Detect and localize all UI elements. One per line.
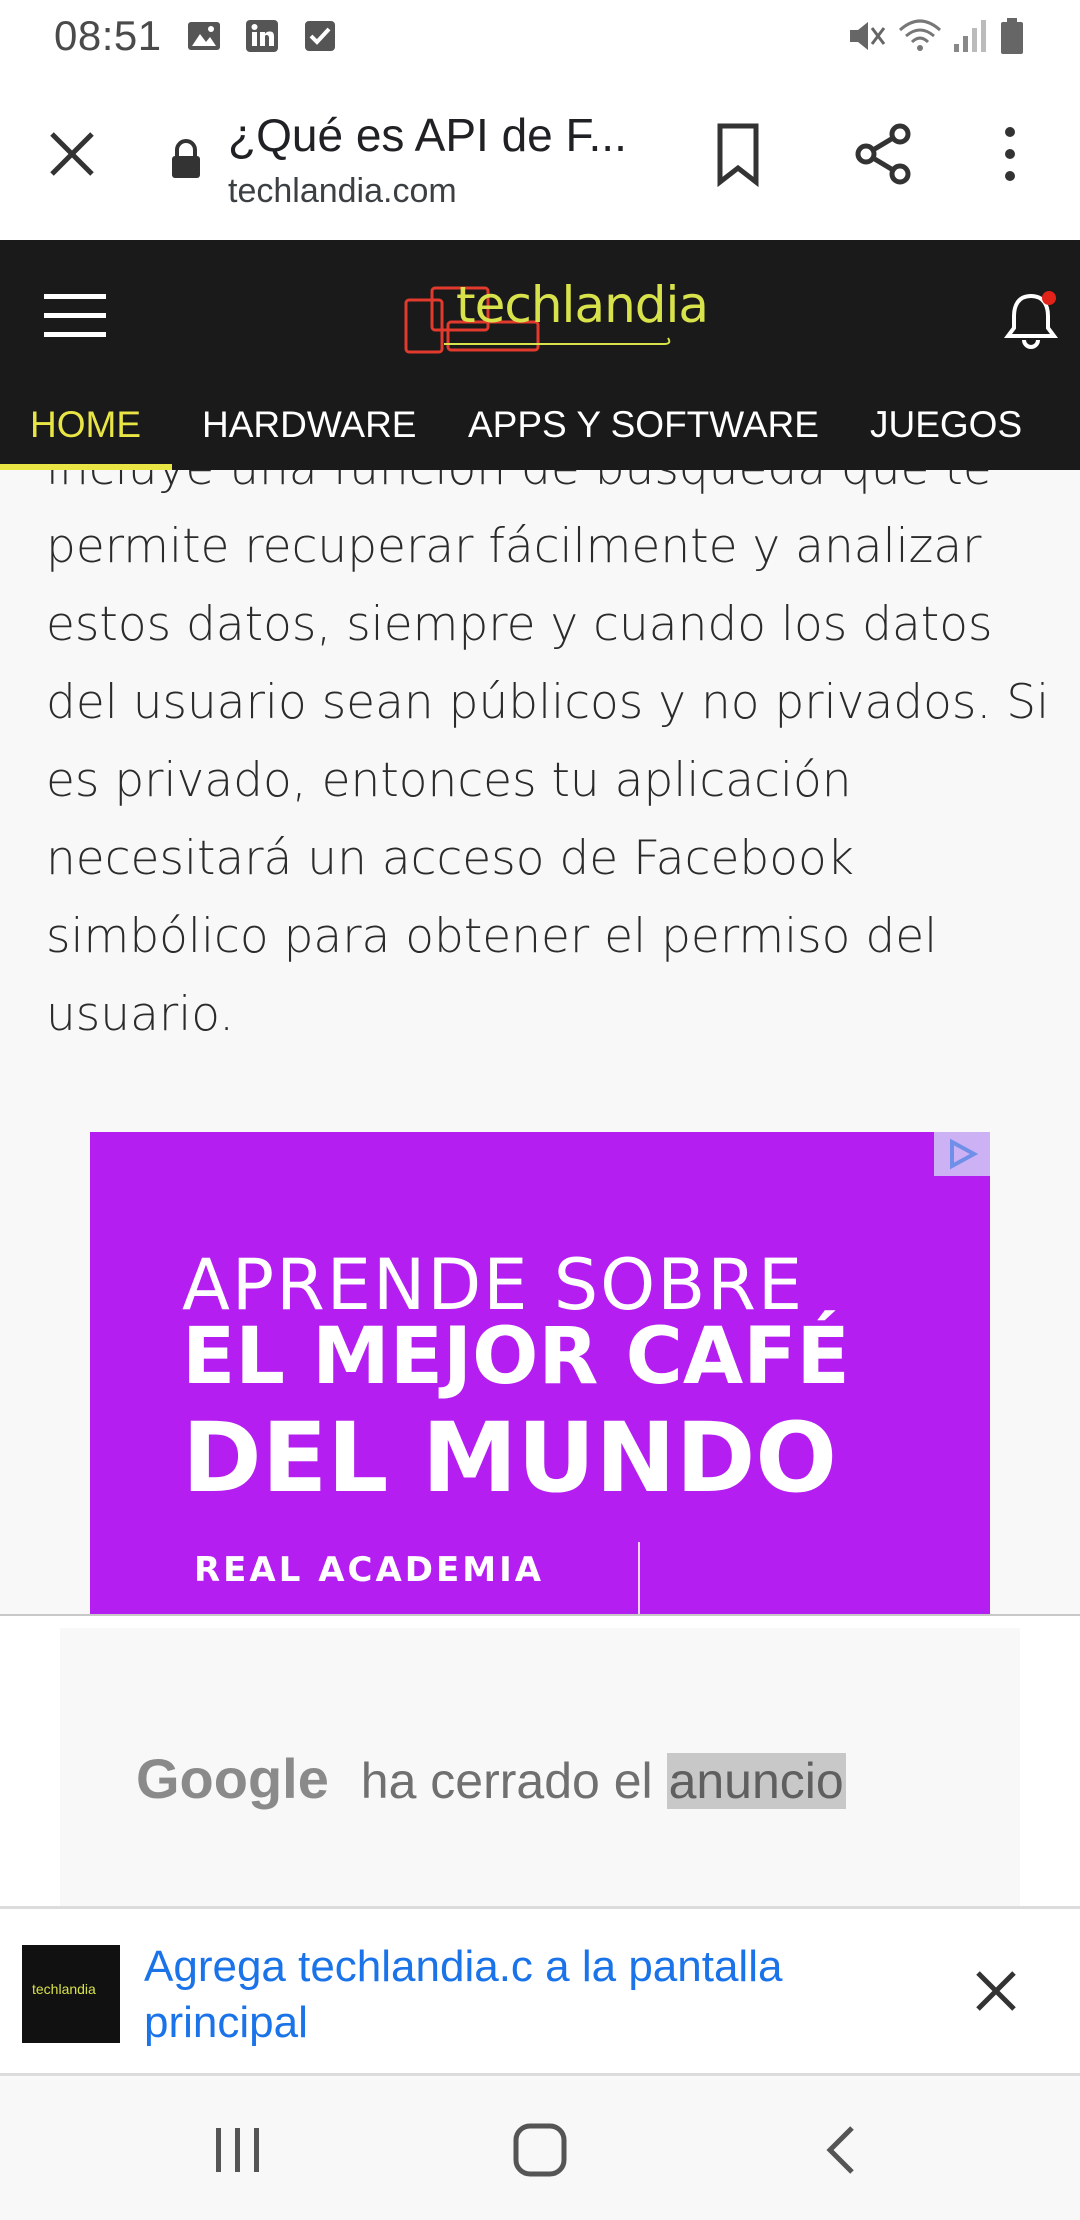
browser-toolbar: ¿Qué es API de F... techlandia.com	[0, 72, 1080, 240]
article-content: incluye una función de búsqueda que te p…	[0, 470, 1080, 1616]
page-title[interactable]: ¿Qué es API de F...	[228, 108, 628, 162]
site-favicon: techlandia	[22, 1945, 120, 2043]
add-to-home-link[interactable]: Agrega techlandia.c a la pantalla princi…	[144, 1939, 904, 2051]
home-icon[interactable]	[510, 2120, 570, 2180]
ad-headline-3: DEL MUNDO	[182, 1402, 837, 1514]
lock-icon	[172, 139, 200, 178]
status-bar: 08:51	[0, 0, 1080, 72]
battery-icon	[1001, 18, 1023, 54]
nav-hardware[interactable]: HARDWARE	[202, 404, 416, 446]
checkbox-icon	[305, 21, 335, 51]
notifications-bell-icon[interactable]	[1000, 288, 1062, 350]
closed-ad-highlight: anuncio	[666, 1753, 846, 1809]
site-header: techlandia HOME HARDWARE APPS Y SOFTWARE…	[0, 240, 1080, 470]
site-logo[interactable]: techlandia	[404, 272, 709, 358]
adchoices-icon[interactable]	[934, 1132, 990, 1176]
close-banner-icon[interactable]	[970, 1965, 1022, 2017]
google-logo-text: Google	[136, 1747, 329, 1810]
menu-icon[interactable]	[44, 292, 106, 340]
closed-ad-banner: Google ha cerrado el anuncio	[0, 1614, 1080, 1908]
bookmark-icon[interactable]	[708, 120, 768, 188]
back-icon[interactable]	[812, 2120, 872, 2180]
recent-apps-icon[interactable]	[208, 2120, 268, 2180]
gallery-icon	[188, 22, 220, 50]
logo-underline	[444, 337, 671, 345]
ad-headline-2: EL MEJOR CAFÉ	[182, 1312, 850, 1402]
closed-ad-message: Google ha cerrado el anuncio	[136, 1746, 846, 1811]
system-nav-bar	[0, 2076, 1080, 2220]
close-tab-icon[interactable]	[42, 124, 102, 184]
favicon-text: techlandia	[32, 1981, 96, 1997]
closed-ad-text: ha cerrado el	[360, 1753, 653, 1809]
ad-divider	[638, 1542, 640, 1616]
ad-sponsor: REAL ACADEMIA	[194, 1550, 545, 1590]
signal-icon	[954, 20, 986, 52]
mute-icon	[850, 22, 886, 50]
nav-home[interactable]: HOME	[30, 404, 141, 446]
more-options-icon[interactable]	[990, 122, 1030, 186]
article-paragraph: incluye una función de búsqueda que te p…	[46, 470, 1050, 1042]
ad-banner[interactable]: APRENDE SOBRE EL MEJOR CAFÉ DEL MUNDO RE…	[90, 1132, 990, 1616]
wifi-icon	[898, 19, 942, 51]
share-icon[interactable]	[850, 120, 916, 188]
category-nav: HOME HARDWARE APPS Y SOFTWARE JUEGOS	[0, 396, 1080, 470]
logo-text: techlandia	[456, 276, 709, 334]
status-time: 08:51	[54, 12, 162, 59]
page-domain[interactable]: techlandia.com	[228, 172, 457, 211]
linkedin-icon	[246, 20, 278, 52]
nav-apps-software[interactable]: APPS Y SOFTWARE	[468, 404, 819, 446]
nav-juegos[interactable]: JUEGOS	[870, 404, 1022, 446]
add-to-home-banner: techlandia Agrega techlandia.c a la pant…	[0, 1906, 1080, 2076]
